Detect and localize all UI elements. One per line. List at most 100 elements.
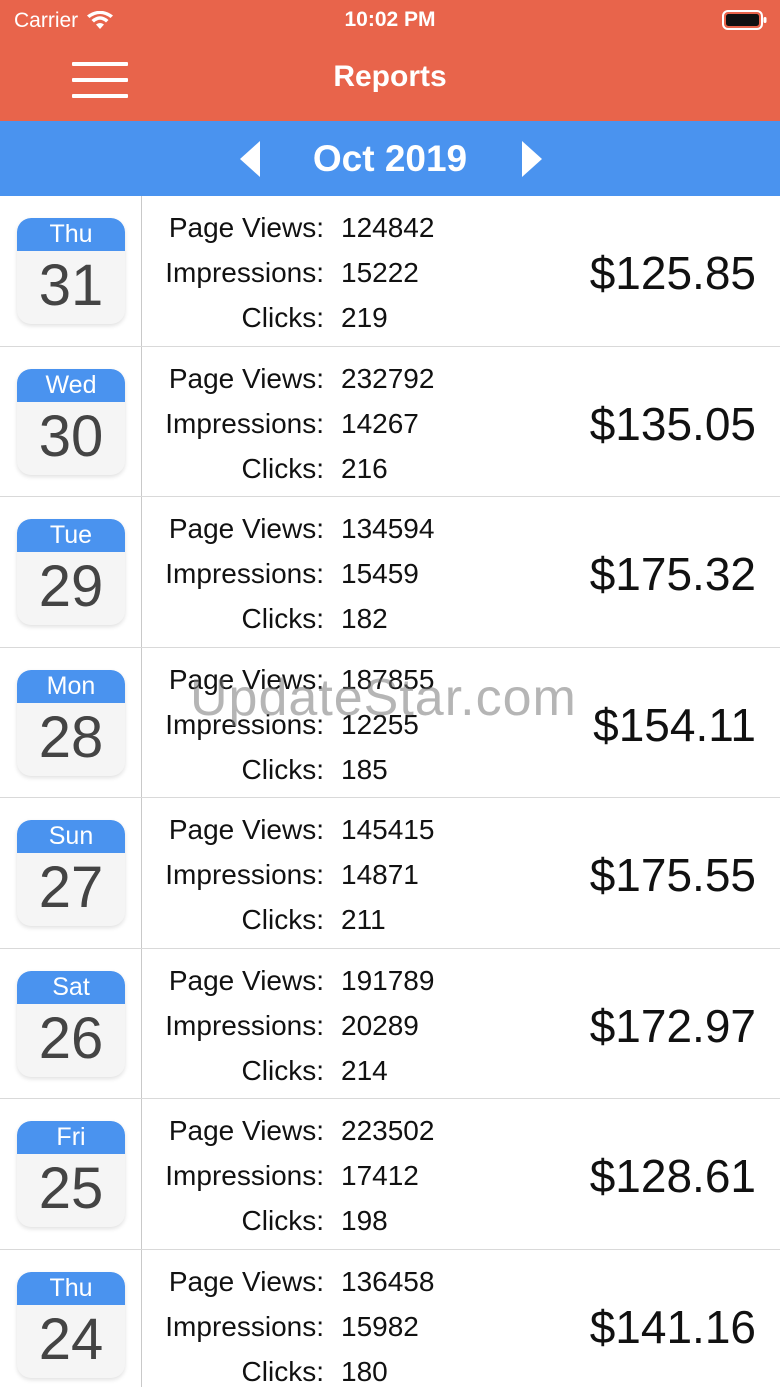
day-number: 27: [38, 855, 104, 920]
day-number: 24: [38, 1306, 104, 1372]
weekday-label: Fri: [17, 1121, 125, 1154]
navigation-bar: Reports: [0, 40, 780, 121]
page-views-line: Page Views: 136458: [142, 1262, 582, 1307]
clicks-line: Clicks: 211: [142, 900, 582, 945]
stats-block: Page Views: 191789 Impressions: 20289 Cl…: [142, 961, 582, 1096]
report-row[interactable]: Thu 24 Page Views: 136458 Impressions: 1…: [0, 1249, 780, 1387]
earnings-amount: $154.11: [593, 698, 756, 751]
chevron-right-icon[interactable]: [512, 137, 552, 181]
stats-block: Page Views: 145415 Impressions: 14871 Cl…: [142, 810, 582, 945]
report-row[interactable]: Sat 26 Page Views: 191789 Impressions: 2…: [0, 948, 780, 1099]
page-views-label: Page Views:: [168, 964, 324, 996]
calendar-date-icon: Mon 28: [17, 669, 125, 776]
battery-icon: [722, 10, 768, 35]
impressions-value: 17412: [341, 1160, 419, 1191]
earnings-amount: $175.32: [589, 548, 756, 600]
impressions-line: Impressions: 15459: [142, 554, 582, 599]
clicks-label: Clicks:: [241, 1054, 324, 1086]
impressions-value: 14871: [341, 859, 419, 890]
earnings-amount: $128.61: [589, 1150, 756, 1202]
page-views-line: Page Views: 187855: [142, 660, 582, 705]
date-cell: Thu 31: [0, 196, 142, 346]
clicks-value: 219: [341, 302, 388, 333]
impressions-label: Impressions:: [165, 708, 324, 740]
clicks-value: 214: [341, 1054, 388, 1086]
day-number: 26: [38, 1005, 104, 1071]
impressions-label: Impressions:: [165, 1160, 324, 1191]
impressions-value: 20289: [341, 1009, 419, 1041]
calendar-date-icon: Tue 29: [17, 519, 125, 625]
page-views-label: Page Views:: [168, 513, 324, 544]
report-row[interactable]: Tue 29 Page Views: 134594 Impressions: 1…: [0, 497, 780, 648]
page-views-value: 191789: [341, 964, 435, 996]
status-bar: Carrier 10:02 PM: [0, 0, 780, 40]
report-row[interactable]: Thu 31 Page Views: 124842 Impressions: 1…: [0, 196, 780, 347]
clicks-line: Clicks: 216: [142, 449, 582, 494]
day-number: 31: [38, 253, 104, 318]
clicks-value: 198: [341, 1205, 388, 1236]
page-views-line: Page Views: 232792: [142, 359, 582, 404]
clicks-label: Clicks:: [241, 302, 324, 333]
clicks-label: Clicks:: [241, 603, 324, 634]
page-views-value: 136458: [341, 1265, 435, 1297]
clicks-line: Clicks: 182: [142, 599, 582, 644]
impressions-label: Impressions:: [165, 1009, 324, 1041]
calendar-date-icon: Fri 25: [17, 1121, 125, 1227]
earnings-amount: $125.85: [589, 247, 756, 299]
date-cell: Sun 27: [0, 798, 142, 948]
stats-block: Page Views: 124842 Impressions: 15222 Cl…: [142, 208, 582, 343]
earnings-amount: $175.55: [589, 849, 756, 901]
stats-block: Page Views: 223502 Impressions: 17412 Cl…: [142, 1111, 582, 1246]
page-views-label: Page Views:: [168, 212, 324, 243]
impressions-line: Impressions: 15222: [142, 253, 582, 298]
impressions-line: Impressions: 12255: [142, 705, 582, 750]
report-row[interactable]: Mon 28 Page Views: 187855 Impressions: 1…: [0, 647, 780, 798]
date-cell: Tue 29: [0, 497, 142, 647]
impressions-value: 15222: [341, 257, 419, 288]
stats-block: Page Views: 187855 Impressions: 12255 Cl…: [142, 660, 582, 795]
date-cell: Mon 28: [0, 647, 142, 797]
clicks-line: Clicks: 185: [142, 750, 582, 795]
day-number: 30: [38, 403, 104, 469]
weekday-label: Mon: [17, 669, 125, 703]
page-views-label: Page Views:: [168, 1115, 324, 1146]
calendar-date-icon: Thu 31: [17, 218, 125, 324]
month-selector: Oct 2019: [0, 121, 780, 196]
stats-block: Page Views: 134594 Impressions: 15459 Cl…: [142, 509, 582, 644]
clicks-value: 180: [341, 1355, 388, 1387]
clicks-value: 216: [341, 452, 388, 484]
date-cell: Wed 30: [0, 346, 142, 496]
page-views-line: Page Views: 124842: [142, 208, 582, 253]
page-views-label: Page Views:: [168, 814, 324, 845]
impressions-line: Impressions: 20289: [142, 1006, 582, 1051]
clicks-label: Clicks:: [241, 1205, 324, 1236]
impressions-value: 15982: [341, 1310, 419, 1342]
report-row[interactable]: Wed 30 Page Views: 232792 Impressions: 1…: [0, 346, 780, 497]
earnings-amount: $141.16: [589, 1300, 756, 1353]
report-list: Thu 31 Page Views: 124842 Impressions: 1…: [0, 196, 780, 1387]
impressions-value: 12255: [341, 708, 419, 740]
impressions-line: Impressions: 14267: [142, 404, 582, 449]
impressions-label: Impressions:: [165, 1310, 324, 1342]
day-number: 29: [38, 554, 104, 619]
impressions-label: Impressions:: [165, 257, 324, 288]
page-views-label: Page Views:: [168, 362, 324, 394]
weekday-label: Thu: [17, 1271, 125, 1305]
clicks-line: Clicks: 198: [142, 1201, 582, 1246]
impressions-label: Impressions:: [165, 407, 324, 439]
stats-block: Page Views: 232792 Impressions: 14267 Cl…: [142, 359, 582, 494]
page-views-line: Page Views: 191789: [142, 961, 582, 1006]
earnings-amount: $135.05: [589, 397, 756, 450]
day-number: 25: [38, 1156, 104, 1221]
clicks-label: Clicks:: [241, 904, 324, 935]
page-views-value: 145415: [341, 814, 435, 845]
page-views-label: Page Views:: [168, 1265, 324, 1297]
report-row[interactable]: Fri 25 Page Views: 223502 Impressions: 1…: [0, 1099, 780, 1250]
impressions-line: Impressions: 15982: [142, 1307, 582, 1352]
impressions-label: Impressions:: [165, 558, 324, 589]
day-number: 28: [38, 704, 104, 770]
weekday-label: Sun: [17, 820, 125, 853]
report-row[interactable]: Sun 27 Page Views: 145415 Impressions: 1…: [0, 798, 780, 949]
page-views-line: Page Views: 145415: [142, 810, 582, 855]
date-cell: Thu 24: [0, 1249, 142, 1387]
